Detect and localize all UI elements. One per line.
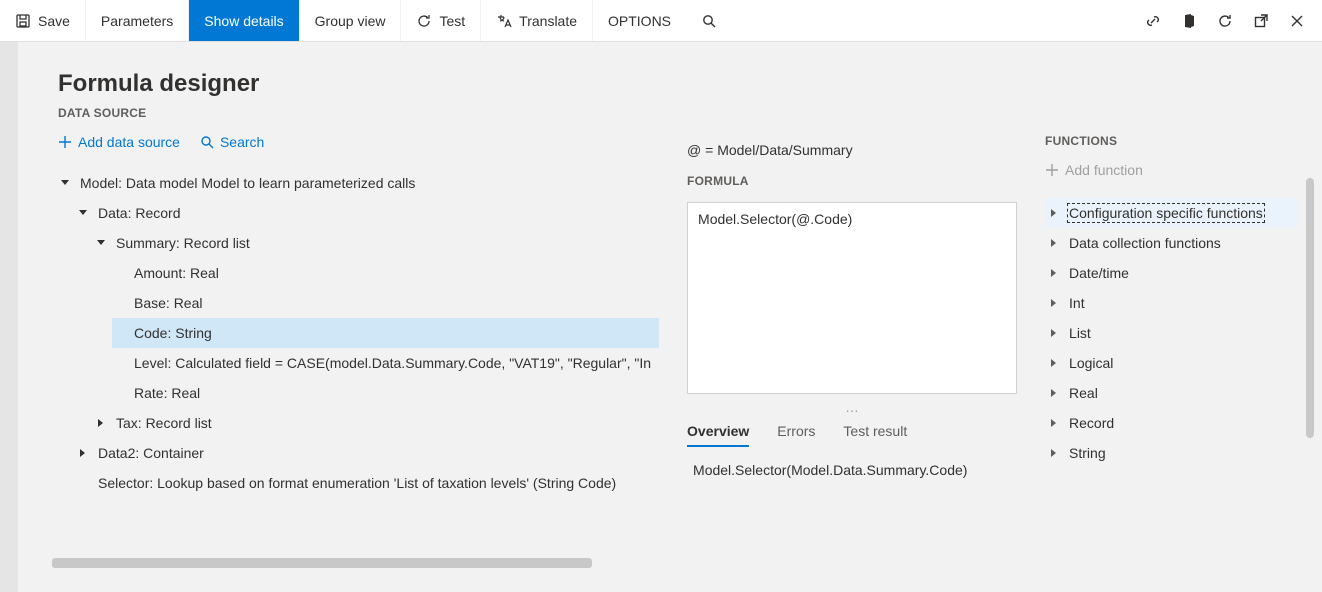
tree-node-code[interactable]: Code: String	[112, 318, 659, 348]
tab-errors[interactable]: Errors	[777, 423, 815, 447]
fn-item-int[interactable]: Int	[1045, 288, 1298, 318]
tree-node-data2[interactable]: Data2: Container	[76, 438, 659, 468]
left-rail	[0, 42, 18, 592]
tree-node-rate[interactable]: Rate: Real	[112, 378, 659, 408]
group-view-label: Group view	[315, 13, 386, 29]
functions-label: FUNCTIONS	[1045, 134, 1298, 148]
tree-node-data[interactable]: Data: Record	[76, 198, 659, 228]
link-icon[interactable]	[1144, 12, 1162, 30]
horizontal-scrollbar[interactable]	[52, 558, 592, 568]
functions-list: Configuration specific functions Data co…	[1045, 198, 1298, 468]
tree-node-tax[interactable]: Tax: Record list	[94, 408, 659, 438]
options-button[interactable]: OPTIONS	[593, 0, 686, 41]
group-view-button[interactable]: Group view	[300, 0, 402, 41]
parameters-button[interactable]: Parameters	[86, 0, 189, 41]
popout-icon[interactable]	[1252, 12, 1270, 30]
fn-item-real[interactable]: Real	[1045, 378, 1298, 408]
data-source-tree: Model: Data model Model to learn paramet…	[58, 168, 659, 498]
search-icon	[701, 13, 717, 29]
test-button[interactable]: Test	[401, 0, 481, 41]
tree-node-summary[interactable]: Summary: Record list	[94, 228, 659, 258]
expand-icon[interactable]	[1049, 358, 1059, 368]
expand-icon[interactable]	[76, 446, 90, 460]
binding-path: @ = Model/Data/Summary	[687, 142, 1017, 158]
save-icon	[15, 13, 31, 29]
toolbar-search-button[interactable]	[686, 0, 732, 41]
add-data-source-label: Add data source	[78, 134, 180, 150]
toolbar: Save Parameters Show details Group view …	[0, 0, 1322, 42]
translate-button[interactable]: Translate	[481, 0, 593, 41]
test-label: Test	[439, 13, 465, 29]
expand-icon[interactable]	[1049, 238, 1059, 248]
fn-item-datetime[interactable]: Date/time	[1045, 258, 1298, 288]
expand-icon[interactable]	[1049, 268, 1059, 278]
show-details-label: Show details	[204, 13, 283, 29]
vertical-scrollbar[interactable]	[1306, 178, 1314, 438]
functions-panel: FUNCTIONS Add function Configuration spe…	[1045, 106, 1298, 468]
tree-node-model[interactable]: Model: Data model Model to learn paramet…	[58, 168, 659, 198]
formula-panel: @ = Model/Data/Summary FORMULA … Overvie…	[687, 106, 1017, 478]
formula-label: FORMULA	[687, 174, 1017, 188]
add-data-source-button[interactable]: Add data source	[58, 134, 180, 150]
close-icon[interactable]	[1288, 12, 1306, 30]
translate-label: Translate	[519, 13, 577, 29]
expand-icon[interactable]	[1049, 298, 1059, 308]
expand-icon[interactable]	[1049, 328, 1059, 338]
options-label: OPTIONS	[608, 13, 671, 29]
ds-search-label: Search	[220, 134, 264, 150]
data-source-label: DATA SOURCE	[58, 106, 659, 120]
formula-input[interactable]	[687, 202, 1017, 394]
ds-search-button[interactable]: Search	[200, 134, 264, 150]
data-source-panel: DATA SOURCE Add data source Search	[58, 106, 659, 568]
office-icon[interactable]	[1180, 12, 1198, 30]
expand-icon[interactable]	[1049, 418, 1059, 428]
save-label: Save	[38, 13, 70, 29]
fn-item-record[interactable]: Record	[1045, 408, 1298, 438]
expand-icon[interactable]	[1049, 388, 1059, 398]
resize-handle[interactable]: …	[687, 399, 1017, 415]
collapse-icon[interactable]	[94, 236, 108, 250]
formula-tabs: Overview Errors Test result	[687, 423, 1017, 448]
tab-test-result[interactable]: Test result	[843, 423, 907, 447]
reload-icon[interactable]	[1216, 12, 1234, 30]
fn-item-data-collection[interactable]: Data collection functions	[1045, 228, 1298, 258]
collapse-icon[interactable]	[76, 206, 90, 220]
collapse-icon[interactable]	[58, 176, 72, 190]
show-details-button[interactable]: Show details	[189, 0, 299, 41]
page-title: Formula designer	[58, 70, 1298, 98]
add-function-label: Add function	[1065, 162, 1143, 178]
tree-node-level[interactable]: Level: Calculated field = CASE(model.Dat…	[112, 348, 659, 378]
add-function-button[interactable]: Add function	[1045, 162, 1143, 178]
save-button[interactable]: Save	[0, 0, 86, 41]
fn-item-logical[interactable]: Logical	[1045, 348, 1298, 378]
tree-node-selector[interactable]: Selector: Lookup based on format enumera…	[76, 468, 659, 498]
fn-item-configuration-specific[interactable]: Configuration specific functions	[1045, 198, 1298, 228]
fn-item-string[interactable]: String	[1045, 438, 1298, 468]
expand-icon[interactable]	[1049, 208, 1059, 218]
refresh-icon	[416, 13, 432, 29]
parameters-label: Parameters	[101, 13, 173, 29]
fn-item-list[interactable]: List	[1045, 318, 1298, 348]
expand-icon[interactable]	[94, 416, 108, 430]
tree-node-base[interactable]: Base: Real	[112, 288, 659, 318]
resolved-formula: Model.Selector(Model.Data.Summary.Code)	[687, 462, 1017, 478]
tab-overview[interactable]: Overview	[687, 423, 749, 447]
expand-icon[interactable]	[1049, 448, 1059, 458]
tree-node-amount[interactable]: Amount: Real	[112, 258, 659, 288]
translate-icon	[496, 13, 512, 29]
